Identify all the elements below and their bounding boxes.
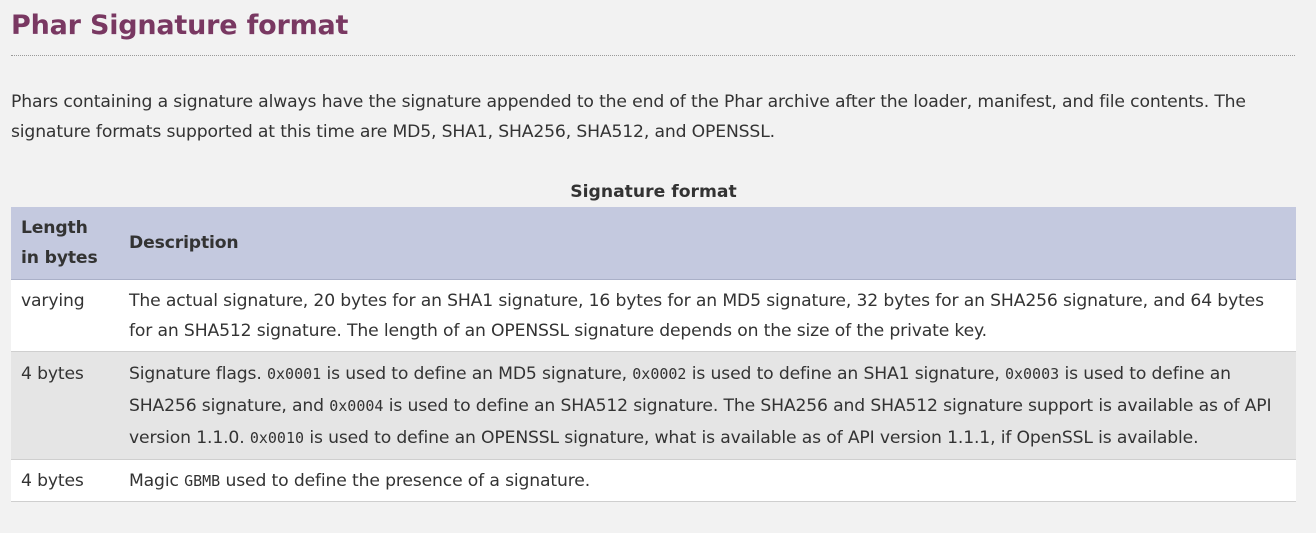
- flag-code: 0x0002: [632, 365, 687, 383]
- table-row: 4 bytes Signature flags. 0x0001 is used …: [11, 351, 1296, 460]
- desc-text: is used to define an SHA1 signature,: [686, 364, 1005, 384]
- cell-description: The actual signature, 20 bytes for an SH…: [119, 279, 1296, 352]
- desc-text: is used to define an MD5 signature,: [321, 364, 633, 384]
- magic-code: GBMB: [184, 472, 221, 490]
- cell-description: Magic GBMB used to define the presence o…: [119, 459, 1296, 502]
- flag-code: 0x0003: [1004, 365, 1060, 383]
- signature-format-table: Length in bytes Description varying The …: [11, 207, 1296, 502]
- intro-paragraph: Phars containing a signature always have…: [11, 92, 1246, 142]
- table-caption: Signature format: [570, 182, 737, 202]
- cell-description: Signature flags. 0x0001 is used to defin…: [119, 351, 1296, 460]
- flag-code: 0x0004: [329, 397, 384, 415]
- desc-text: is used to define an OPENSSL signature, …: [304, 428, 1199, 448]
- column-header-length: Length in bytes: [11, 207, 119, 280]
- flag-code: 0x0001: [266, 365, 322, 383]
- cell-length: varying: [11, 279, 119, 352]
- desc-text: used to define the presence of a signatu…: [220, 471, 591, 491]
- cell-length: 4 bytes: [11, 459, 119, 502]
- page-title: Phar Signature format: [11, 10, 349, 41]
- page: Phar Signature format Phars containing a…: [0, 0, 1316, 533]
- table-row: 4 bytes Magic GBMB used to define the pr…: [11, 459, 1296, 502]
- title-divider: [11, 55, 1295, 56]
- flag-code: 0x0010: [249, 429, 305, 447]
- desc-text: Signature flags.: [129, 364, 267, 384]
- desc-text: Magic: [129, 471, 185, 491]
- table-header-row: Length in bytes Description: [11, 207, 1296, 280]
- column-header-description: Description: [119, 207, 1296, 280]
- table-row: varying The actual signature, 20 bytes f…: [11, 279, 1296, 352]
- cell-length: 4 bytes: [11, 351, 119, 460]
